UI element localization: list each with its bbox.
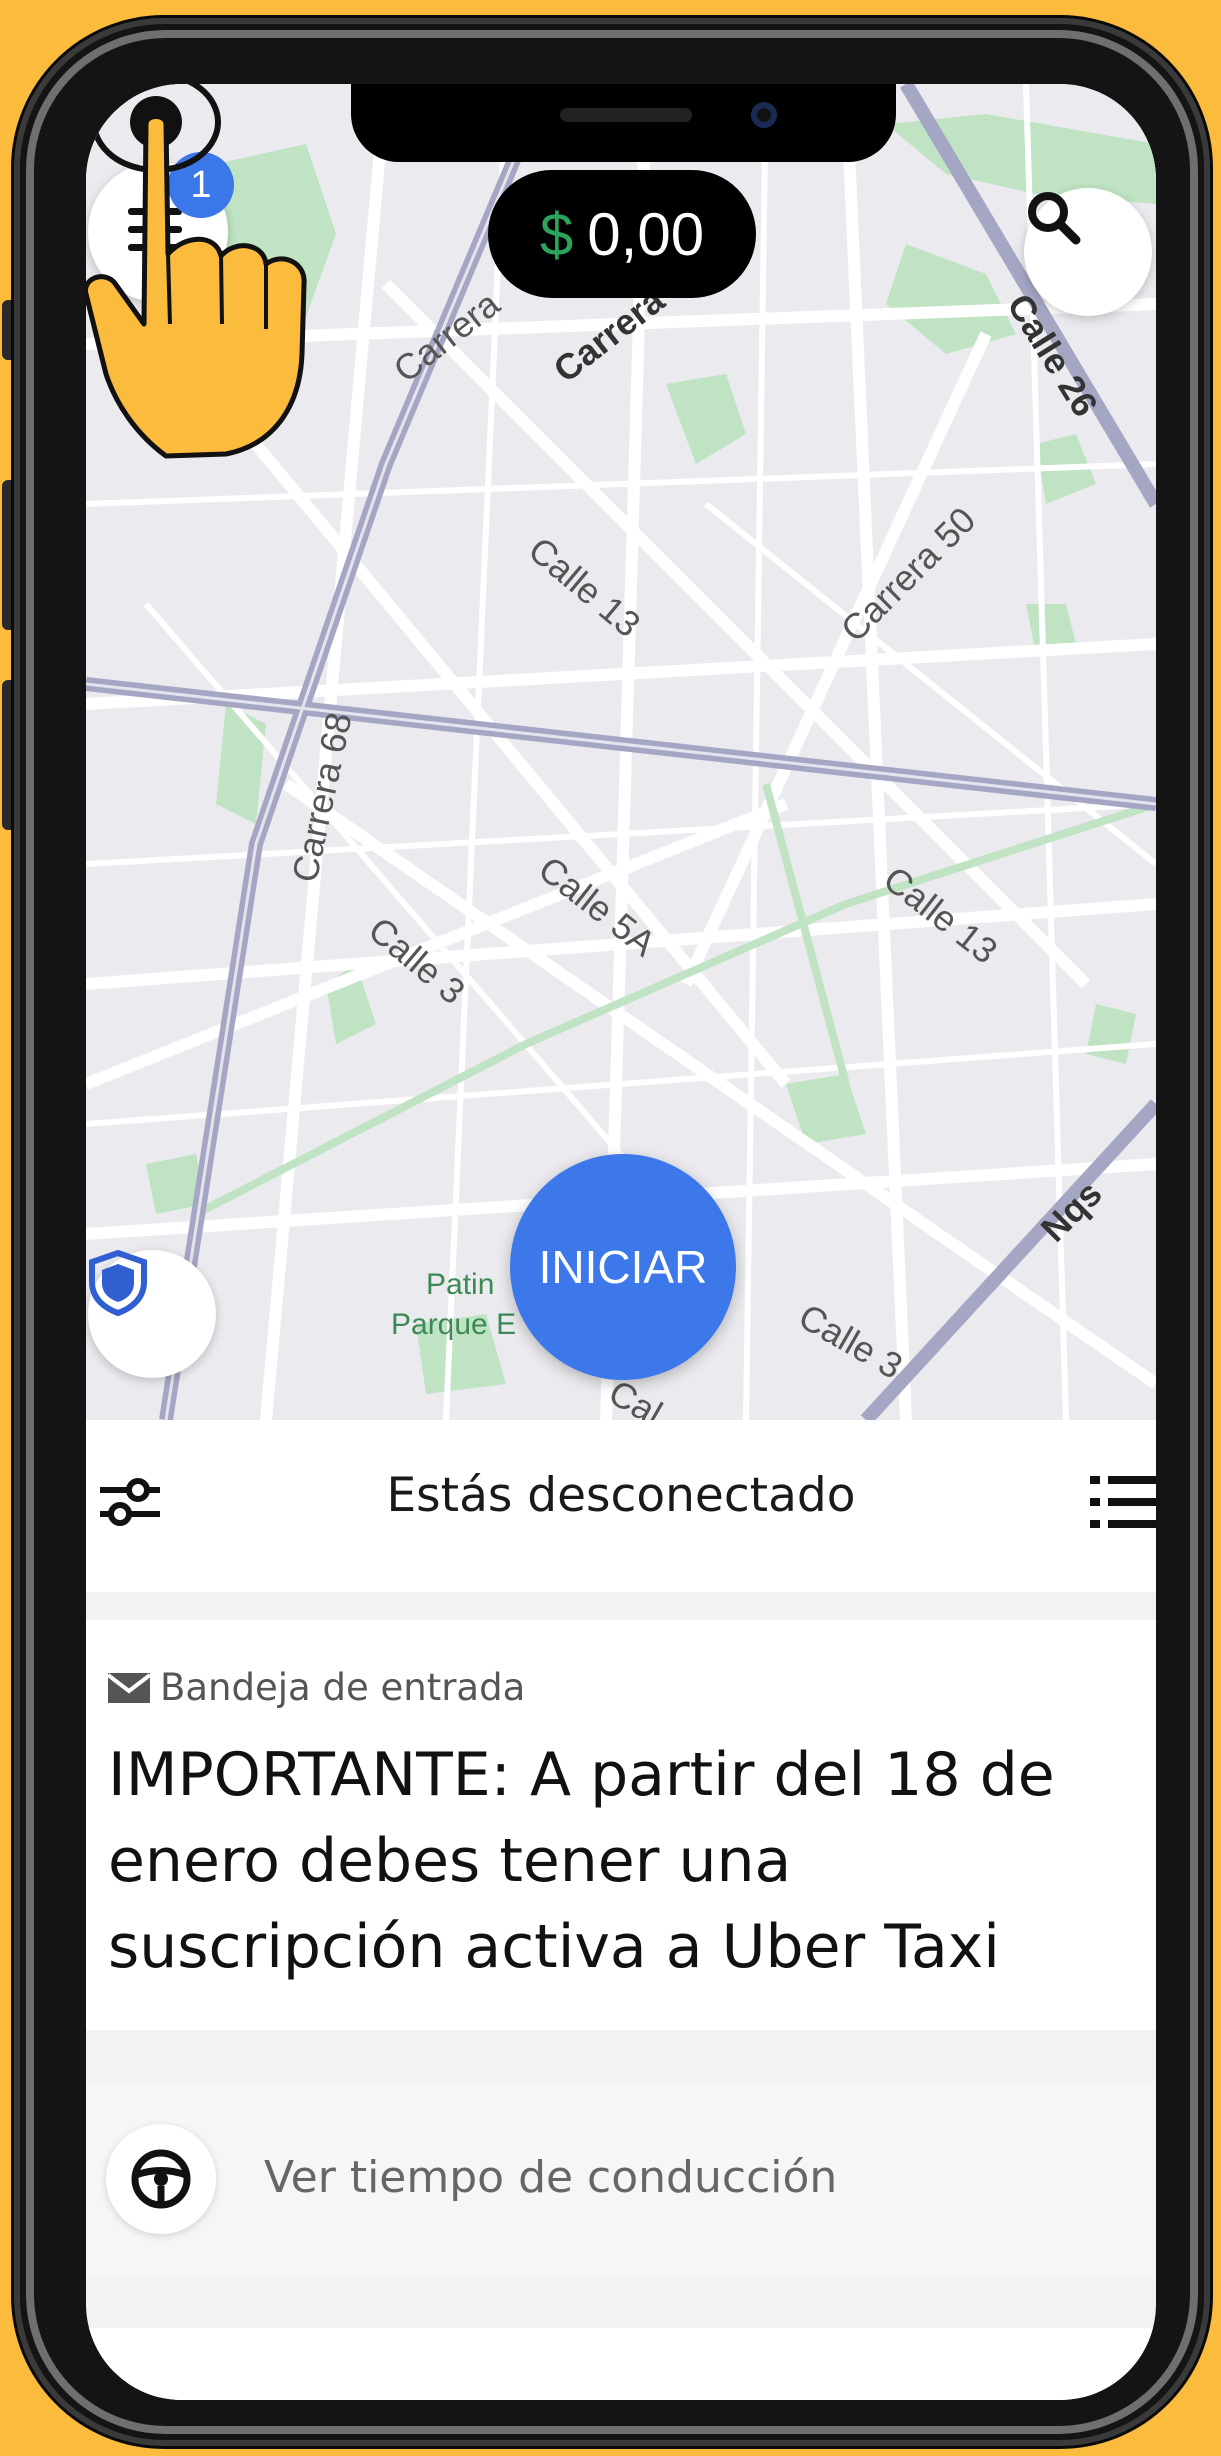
front-camera [751, 102, 777, 128]
offline-status-text: Estás desconectado [386, 1468, 856, 1523]
mail-icon [108, 1672, 150, 1703]
steering-wheel-icon [131, 2149, 191, 2209]
speaker-grille [560, 108, 692, 122]
safety-toolkit-button[interactable] [88, 1250, 216, 1378]
search-button[interactable] [1024, 188, 1152, 316]
driving-time-label: Ver tiempo de conducción [264, 2152, 838, 2203]
steering-wheel-icon-wrap [106, 2124, 216, 2234]
street-label: Nqs [1033, 1173, 1110, 1250]
driving-time-card[interactable]: Ver tiempo de conducción [86, 2082, 1156, 2278]
pointing-hand-icon [86, 84, 307, 459]
inbox-card[interactable]: Bandeja de entrada IMPORTANTE: A partir … [86, 1620, 1156, 2030]
list-icon[interactable] [1090, 1472, 1156, 1532]
phone-screen: Carrera Carrera Calle 26 Carrera 50 Call… [86, 84, 1156, 2400]
shield-icon [89, 1250, 147, 1316]
park-area [666, 374, 746, 464]
park-label: Patin [426, 1268, 494, 1301]
earnings-amount: 0,00 [587, 200, 705, 268]
street-label: Carrera 50 [833, 499, 984, 650]
earnings-pill[interactable]: $ 0,00 [488, 170, 756, 298]
phone-notch [351, 84, 896, 162]
start-button[interactable]: INICIAR [510, 1154, 736, 1380]
map-view[interactable]: Carrera Carrera Calle 26 Carrera 50 Call… [86, 84, 1156, 1420]
inbox-message-title: IMPORTANTE: A partir del 18 de enero deb… [108, 1740, 1055, 1982]
inbox-label: Bandeja de entrada [108, 1666, 525, 1709]
search-icon [1028, 192, 1081, 245]
park-area [886, 244, 1016, 354]
park-area [216, 704, 266, 824]
next-card[interactable] [86, 2328, 1156, 2400]
inbox-label-text: Bandeja de entrada [160, 1666, 526, 1709]
park-area [1086, 1004, 1136, 1064]
currency-symbol: $ [539, 200, 574, 268]
street-label: Calle 3 [792, 1295, 910, 1387]
status-bar: Estás desconectado [86, 1420, 1156, 1592]
park-label: Parque E [391, 1308, 516, 1341]
